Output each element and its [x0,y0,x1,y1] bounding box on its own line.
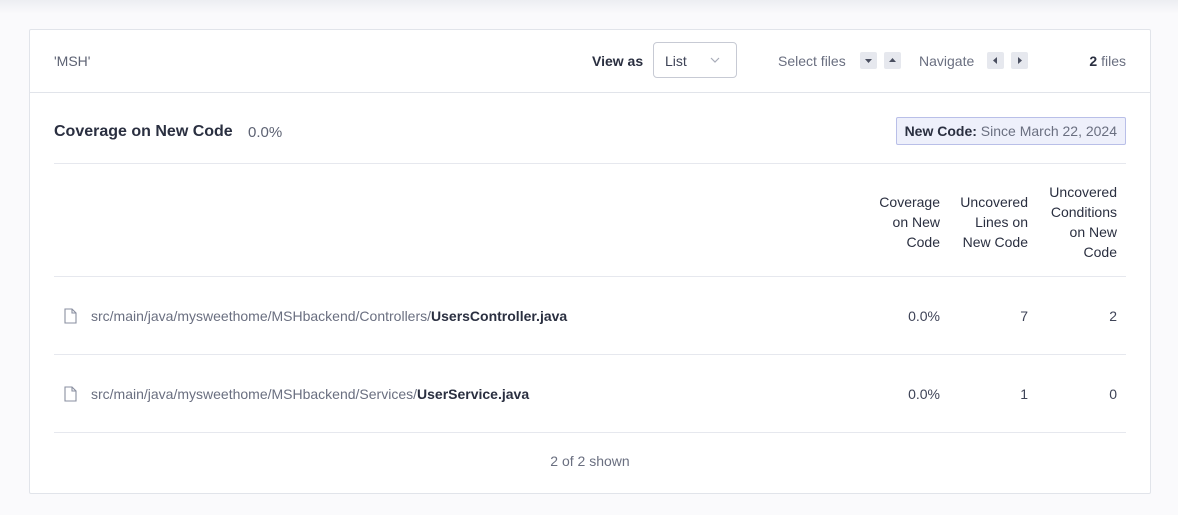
table-row: src/main/java/mysweethome/MSHbackend/Ser… [54,355,1126,433]
files-count-label: files [1101,53,1126,69]
select-files-label: Select files [778,53,846,69]
header-line: Lines on [975,214,1028,230]
table-footer: 2 of 2 shown [550,453,630,469]
view-as-value: List [665,53,687,69]
file-dir: src/main/java/mysweethome/MSHbackend/Con… [91,308,432,324]
uncovered-lines-value[interactable]: 7 [1020,308,1028,324]
navigate-label: Navigate [919,53,975,69]
coverage-value: 0.0% [908,308,940,324]
files-count-number: 2 [1089,53,1098,69]
file-name: UserService.java [417,386,530,402]
header-line: Code [1083,244,1117,260]
header-line: Uncovered [1049,184,1117,200]
new-code-badge: New Code: Since March 22, 2024 [895,117,1126,145]
file-path-link[interactable]: src/main/java/mysweethome/MSHbackend/Con… [91,308,567,324]
navigate-back-button[interactable] [987,52,1004,69]
header-line: Coverage [879,194,940,210]
header-line: on New [892,214,940,230]
new-code-period: Since March 22, 2024 [980,123,1117,139]
table-header: Coverage on New Code Uncovered Lines on … [54,164,1126,277]
column-header-uncovered-lines[interactable]: Uncovered Lines on New Code [948,192,1028,252]
measure-title: Coverage on New Code [54,123,233,140]
header-line: New Code [962,234,1028,250]
component-measures-card: 'MSH' View as List Select files Navigate [29,29,1151,494]
view-as-select[interactable]: List [653,42,737,78]
navigate-forward-button[interactable] [1011,52,1028,69]
header-line: on New [1069,224,1117,240]
file-path-link[interactable]: src/main/java/mysweethome/MSHbackend/Ser… [91,386,529,402]
header-line: Conditions [1050,204,1117,220]
top-shadow [0,0,1178,14]
card-header: 'MSH' View as List Select files Navigate [30,30,1150,93]
measure-value: 0.0% [248,124,283,141]
header-line: Uncovered [960,194,1028,210]
card-body: Coverage on New Code 0.0% New Code: Sinc… [54,93,1126,489]
coverage-value: 0.0% [908,386,940,402]
header-line: Code [906,234,940,250]
file-icon [64,308,77,324]
table-row: src/main/java/mysweethome/MSHbackend/Con… [54,277,1126,355]
caret-down-icon [865,59,872,63]
view-as-label: View as [592,53,644,69]
files-table: Coverage on New Code Uncovered Lines on … [54,164,1126,489]
new-code-label: New Code: [904,123,977,139]
column-header-uncovered-conditions[interactable]: Uncovered Conditions on New Code [1035,182,1117,262]
caret-left-icon [993,57,997,64]
files-count: 2 files [1089,53,1126,69]
uncovered-lines-value[interactable]: 1 [1020,386,1028,402]
file-dir: src/main/java/mysweethome/MSHbackend/Ser… [91,386,418,402]
caret-right-icon [1018,57,1022,64]
project-name: 'MSH' [54,53,91,69]
uncovered-conditions-value[interactable]: 0 [1109,386,1117,402]
chevron-down-icon [710,57,720,63]
file-icon [64,386,77,402]
measure-summary: Coverage on New Code 0.0% New Code: Sinc… [54,93,1126,164]
caret-up-icon [889,58,896,62]
file-name: UsersController.java [431,308,568,324]
column-header-coverage[interactable]: Coverage on New Code [868,192,940,252]
uncovered-conditions-value[interactable]: 2 [1109,308,1117,324]
select-next-file-button[interactable] [860,52,877,69]
select-previous-file-button[interactable] [884,52,901,69]
